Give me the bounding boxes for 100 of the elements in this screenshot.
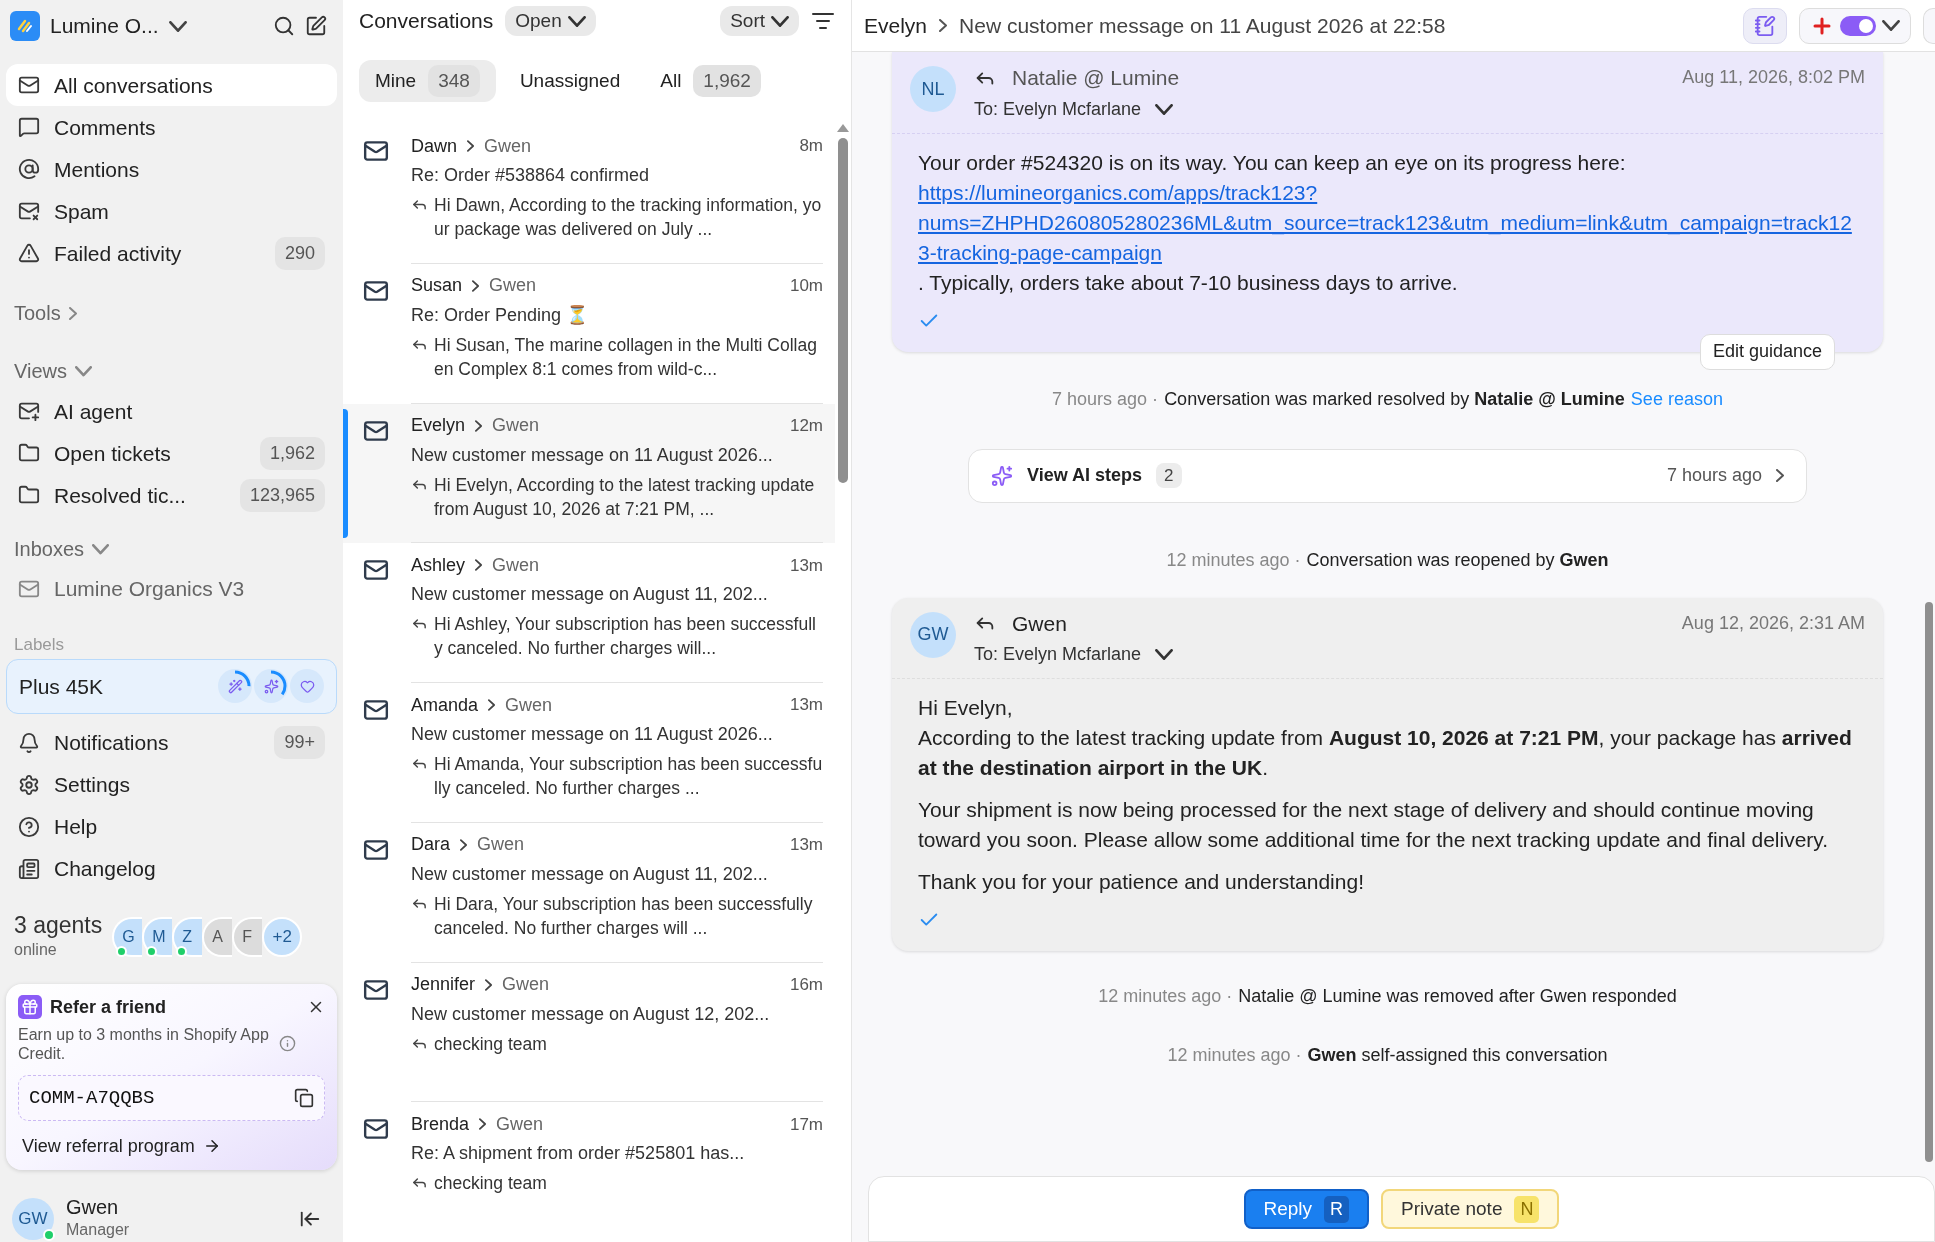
sender-name: Jennifer: [411, 973, 476, 996]
chevron-right-icon: [475, 419, 483, 432]
warning-icon: [18, 242, 40, 265]
more-agents-badge[interactable]: +2: [262, 916, 303, 957]
speech-bubble-icon: [18, 116, 40, 139]
tracking-link[interactable]: https://lumineorganics.com/apps/track123?nums=ZHPHD260805280236ML&utm_source=track123&utm_medium=link&utm_campaign=track123-tracking-page-campaign: [918, 177, 1857, 268]
message-preview: Hi Evelyn, According to the latest tracking update from August 10, 2026 at 7:21 PM, ...: [434, 473, 816, 521]
mail-icon: [363, 697, 389, 723]
agent-avatar[interactable]: M: [142, 916, 173, 957]
activity-time: 12 minutes ago ·: [1098, 985, 1233, 1008]
time-label: 8m: [799, 135, 823, 158]
nav-item[interactable]: Changelog: [6, 847, 337, 890]
referral-link[interactable]: View referral program: [18, 1133, 325, 1160]
agent-avatar[interactable]: A: [202, 916, 233, 957]
nav-item[interactable]: Failed activity 290: [6, 232, 337, 275]
status-dropdown[interactable]: Open: [505, 6, 596, 36]
conversation-row[interactable]: Evelyn Gwen 12m New customer message on 11 August 2026... Hi Evelyn, According to the latest tracking update from August 10, 2026 at 7:21 PM, ...: [343, 403, 835, 544]
plan-card[interactable]: Plus 45K: [6, 659, 337, 714]
user-role: Manager: [66, 1220, 131, 1240]
count-badge: 123,965: [239, 478, 325, 512]
section-heading[interactable]: Inboxes: [14, 534, 85, 565]
inbox-item[interactable]: Lumine Organics V3: [6, 568, 337, 610]
sender-name: Ashley: [411, 553, 466, 577]
time-label: 17m: [789, 1113, 823, 1136]
nav-item[interactable]: Mentions: [6, 148, 337, 191]
private-note-button[interactable]: Private note N: [1381, 1189, 1560, 1229]
assignee-name: Gwen: [492, 553, 541, 577]
message-time: Aug 12, 2026, 2:31 AM: [1681, 611, 1865, 635]
sender-name: Dara: [411, 833, 450, 857]
author-avatar: NL: [910, 66, 956, 112]
time-label: 13m: [789, 694, 823, 717]
conversation-subject: New customer message on 11 August 2026...: [411, 443, 774, 467]
sort-dropdown[interactable]: Sort: [720, 6, 799, 36]
nav-item[interactable]: Comments: [6, 106, 337, 149]
message-text: Thank you for your patience and understanding!: [918, 869, 1365, 895]
nav-item[interactable]: All conversations: [6, 64, 337, 107]
copy-icon[interactable]: [294, 1088, 314, 1108]
reply-button[interactable]: Reply R: [1243, 1189, 1370, 1229]
tab[interactable]: Mine 348: [359, 60, 496, 102]
nav-item[interactable]: Resolved tic... 123,965: [6, 474, 337, 517]
mail-icon: [363, 138, 389, 164]
section-heading[interactable]: Views: [14, 356, 67, 387]
chevron-down-icon: [1155, 103, 1174, 115]
activity-text: Conversation was marked resolved by Natalie @ Lumine: [1164, 387, 1625, 411]
user-avatar[interactable]: GW: [12, 1198, 54, 1240]
time-label: 12m: [789, 414, 823, 437]
agent-avatar[interactable]: Z: [172, 916, 203, 957]
message-preview: Hi Dawn, According to the tracking information, your package was delivered on July ...: [434, 194, 823, 241]
nav-item[interactable]: Help: [6, 805, 337, 848]
count-badge: 2: [1156, 462, 1182, 489]
chevron-right-icon: [488, 699, 496, 711]
recipient-dropdown[interactable]: To: Evelyn Mcfarlane: [974, 95, 1865, 123]
conversation-subject: New customer message on August 11, 202...: [411, 583, 769, 607]
chevron-right-icon: [68, 306, 77, 320]
agent-avatar[interactable]: F: [232, 916, 263, 957]
conversation-subject: New customer message on August 12, 202...: [411, 1002, 771, 1026]
notes-button[interactable]: [1743, 7, 1787, 44]
count-badge: 1,962: [259, 436, 325, 470]
message-preview: checking team: [434, 1172, 547, 1196]
message-time: Aug 11, 2026, 8:02 PM: [1682, 66, 1865, 90]
chevron-right-icon: [939, 19, 948, 32]
heart-usage-icon[interactable]: [290, 669, 324, 704]
referral-code-field[interactable]: COMM-A7QQBS: [18, 1075, 325, 1121]
edit-guidance-button[interactable]: Edit guidance: [1699, 333, 1835, 370]
recipient-dropdown[interactable]: To: Evelyn Mcfarlane: [974, 641, 1865, 668]
sparkle-usage-icon[interactable]: [254, 669, 288, 704]
nav-item[interactable]: AI agent: [6, 390, 337, 433]
conversation-subject: Re: A shipment from order #525801 has...: [411, 1142, 746, 1166]
time-label: 13m: [789, 834, 823, 856]
settings-icon: [18, 773, 40, 796]
toggle-dropdown[interactable]: [1799, 7, 1911, 44]
chevron-down-icon[interactable]: [168, 20, 187, 32]
nav-item[interactable]: Settings: [6, 763, 337, 806]
search-icon[interactable]: [273, 15, 295, 38]
user-name: Gwen: [66, 1196, 120, 1218]
nav-item[interactable]: Spam: [6, 190, 337, 233]
nav-label: Mentions: [54, 156, 141, 183]
info-icon[interactable]: [279, 1035, 296, 1053]
agent-avatar[interactable]: G: [112, 916, 143, 957]
logo-icon[interactable]: [10, 11, 40, 42]
chevron-right-icon: [475, 559, 483, 572]
workspace-name[interactable]: Lumine O...: [50, 10, 159, 42]
compose-icon[interactable]: [305, 15, 327, 38]
conversation-subject: New customer message on 11 August 2026...: [411, 723, 774, 746]
nav-label: Changelog: [54, 855, 157, 882]
time-label: 13m: [789, 554, 823, 577]
activity-text: Conversation was reopened by Gwen: [1306, 548, 1609, 572]
section-heading[interactable]: Tools: [14, 298, 61, 329]
agents-count: 3 agents: [14, 911, 103, 938]
assignee-name: Gwen: [505, 693, 554, 717]
ai-steps-bar[interactable]: View AI steps 2 7 hours ago: [968, 448, 1807, 503]
at-sign-icon: [18, 158, 40, 181]
nav-item[interactable]: Open tickets 1,962: [6, 432, 337, 475]
referral-title: Refer a friend: [50, 996, 168, 1019]
chevron-down-icon: [1155, 649, 1174, 660]
time-label: 10m: [789, 275, 823, 297]
wand-usage-icon[interactable]: [218, 669, 252, 704]
count-badge: 99+: [274, 726, 325, 760]
chevron-down-icon: [771, 15, 789, 27]
nav-item[interactable]: Notifications 99+: [6, 721, 337, 764]
